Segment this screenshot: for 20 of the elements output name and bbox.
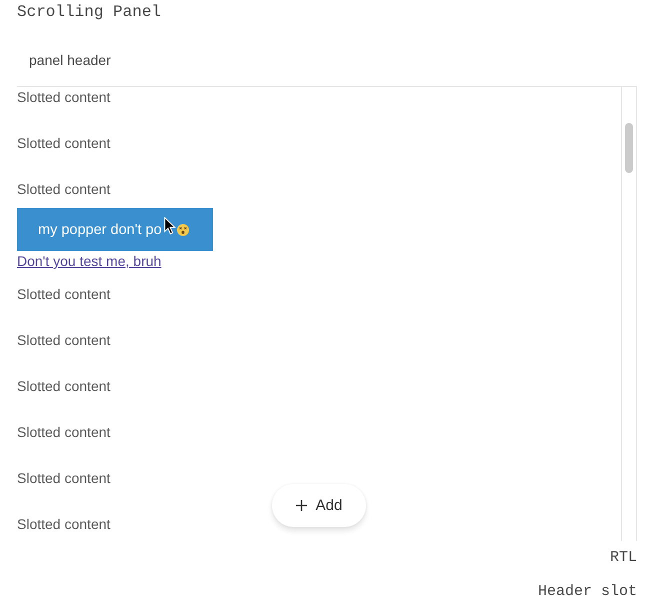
- slotted-content-text: Slotted content: [17, 134, 110, 153]
- popper-button[interactable]: my popper don't po: [17, 208, 213, 251]
- slotted-content-text: Slotted content: [17, 515, 110, 534]
- test-link[interactable]: Don't you test me, bruh: [17, 252, 162, 270]
- slotted-content-text: Slotted content: [17, 377, 110, 396]
- slotted-content-text: Slotted content: [17, 180, 110, 199]
- direction-label: RTL: [608, 549, 637, 567]
- slotted-content-text: Slotted content: [17, 331, 110, 350]
- page-title: Scrolling Panel: [17, 2, 162, 22]
- plus-icon: [296, 500, 307, 511]
- slotted-content-text: Slotted content: [17, 88, 110, 107]
- panel-header: panel header: [28, 51, 112, 70]
- face-emoji-icon: [176, 224, 189, 236]
- add-button[interactable]: Add: [272, 484, 366, 527]
- mouse-pointer-icon: [164, 216, 176, 234]
- slotted-content-text: Slotted content: [17, 469, 110, 488]
- scrollbar-thumb[interactable]: [625, 123, 633, 173]
- slotted-content-text: Slotted content: [17, 423, 110, 442]
- header-slot-label: Header slot: [536, 583, 637, 601]
- slotted-content-text: Slotted content: [17, 285, 110, 304]
